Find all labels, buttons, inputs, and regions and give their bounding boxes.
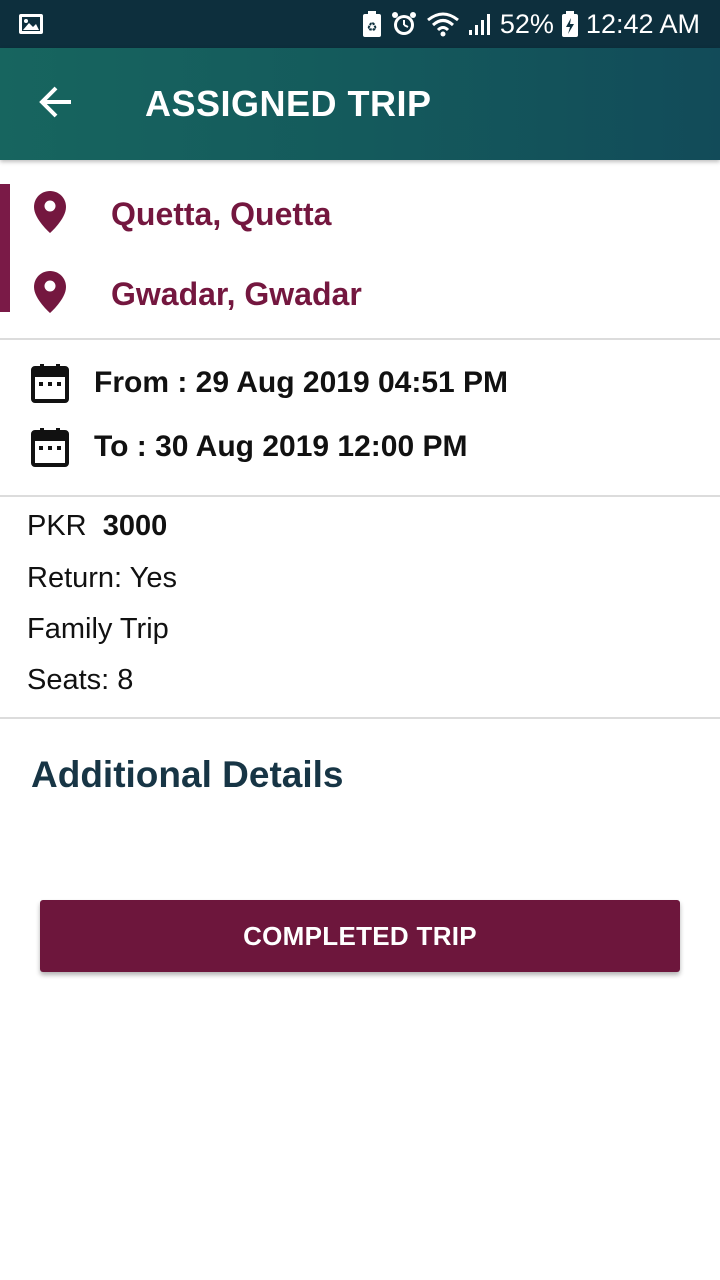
route-section: Quetta, Quetta Gwadar, Gwadar (0, 184, 720, 313)
fare-currency: PKR (27, 510, 87, 542)
location-pin-icon (33, 190, 67, 239)
status-time: 12:42 AM (585, 8, 700, 39)
battery-percent: 52% (499, 8, 554, 39)
divider (0, 338, 720, 340)
seats-line: Seats: 8 (27, 664, 134, 696)
additional-details-heading: Additional Details (31, 754, 344, 795)
fare-line: PKR 3000 (27, 510, 167, 543)
origin-city: Quetta, Quetta (111, 195, 332, 232)
origin-row: Quetta, Quetta (0, 184, 720, 244)
to-label: To : (94, 430, 147, 463)
location-pin-icon (33, 270, 67, 319)
image-icon (18, 13, 44, 35)
to-date-row: To : 30 Aug 2019 12:00 PM (0, 422, 720, 472)
back-button[interactable] (0, 48, 112, 160)
page-title: ASSIGNED TRIP (145, 83, 432, 124)
calendar-icon (30, 427, 70, 472)
from-date-row: From : 29 Aug 2019 04:51 PM (0, 358, 720, 408)
app-bar: ASSIGNED TRIP (0, 48, 720, 160)
battery-saver-icon: ♻ (362, 11, 382, 37)
destination-row: Gwadar, Gwadar (0, 264, 720, 324)
trip-type-line: Family Trip (27, 613, 169, 645)
divider (0, 717, 720, 719)
from-value: 29 Aug 2019 04:51 PM (195, 366, 509, 399)
alarm-icon (390, 10, 418, 38)
signal-icon (468, 12, 492, 36)
divider (0, 495, 720, 497)
wifi-icon (426, 11, 460, 37)
to-value: 30 Aug 2019 12:00 PM (155, 430, 468, 463)
status-bar: ♻ 52% 12:42 AM (0, 0, 720, 48)
return-line: Return: Yes (27, 562, 177, 594)
battery-icon (561, 11, 578, 37)
from-label: From : (94, 366, 188, 399)
calendar-icon (30, 363, 70, 408)
arrow-left-icon (38, 84, 74, 125)
destination-city: Gwadar, Gwadar (111, 275, 362, 312)
completed-trip-button[interactable]: COMPLETED TRIP (40, 900, 680, 972)
svg-text:♻: ♻ (366, 20, 377, 34)
fare-amount: 3000 (102, 510, 168, 542)
